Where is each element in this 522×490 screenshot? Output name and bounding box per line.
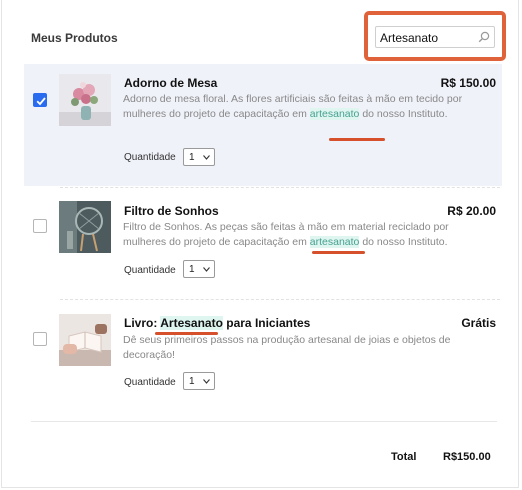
product-description: Filtro de Sonhos. As peças são feitas à … bbox=[123, 221, 449, 248]
total-divider bbox=[31, 421, 497, 422]
search-match-highlight: artesanato bbox=[309, 108, 360, 120]
chevron-down-icon bbox=[203, 379, 210, 384]
products-panel: Meus Produtos Artesanato Adorno de Mesa … bbox=[1, 0, 519, 488]
product-image-dreamcatcher bbox=[59, 201, 111, 253]
chevron-down-icon bbox=[203, 267, 210, 272]
product-price: R$ 150.00 bbox=[440, 76, 496, 90]
product-name: Livro: Artesanato para Iniciantes bbox=[124, 316, 311, 330]
match-underline bbox=[312, 251, 365, 254]
quantity-label: Quantidade bbox=[124, 377, 176, 388]
panel-header: Meus Produtos bbox=[2, 0, 520, 64]
product-description: Adorno de mesa floral. As flores artific… bbox=[123, 93, 463, 120]
total-label: Total bbox=[391, 451, 417, 463]
item-checkbox[interactable] bbox=[33, 332, 47, 346]
quantity-label: Quantidade bbox=[124, 265, 176, 276]
item-checkbox[interactable] bbox=[33, 219, 47, 233]
total-value: R$150.00 bbox=[443, 451, 491, 463]
product-image-flowers bbox=[59, 74, 111, 126]
product-description: Dê seus primeiros passos na produção art… bbox=[123, 334, 451, 361]
list-item: Livro: Artesanato para Iniciantes Grátis… bbox=[24, 300, 502, 410]
search-match-highlight: artesanato bbox=[309, 236, 360, 248]
search-box[interactable] bbox=[375, 26, 495, 48]
list-item: Adorno de Mesa R$ 150.00 Adorno de mesa … bbox=[24, 64, 502, 186]
match-underline bbox=[329, 138, 385, 141]
product-name: Filtro de Sonhos bbox=[124, 204, 219, 218]
search-match-highlight: Artesanato bbox=[160, 316, 223, 330]
search-input[interactable] bbox=[380, 30, 476, 45]
quantity-select[interactable]: 1 bbox=[183, 260, 215, 278]
product-name: Adorno de Mesa bbox=[124, 76, 218, 90]
quantity-label: Quantidade bbox=[124, 152, 176, 163]
item-checkbox[interactable] bbox=[33, 93, 47, 107]
chevron-down-icon bbox=[203, 155, 210, 160]
search-icon[interactable] bbox=[478, 31, 490, 43]
page-title: Meus Produtos bbox=[31, 31, 118, 45]
quantity-select[interactable]: 1 bbox=[183, 372, 215, 390]
product-price: R$ 20.00 bbox=[447, 204, 496, 218]
product-image-book bbox=[59, 314, 111, 366]
quantity-select[interactable]: 1 bbox=[183, 148, 215, 166]
product-price: Grátis bbox=[461, 316, 496, 330]
check-icon bbox=[36, 97, 46, 106]
list-item: Filtro de Sonhos R$ 20.00 Filtro de Sonh… bbox=[24, 188, 502, 298]
